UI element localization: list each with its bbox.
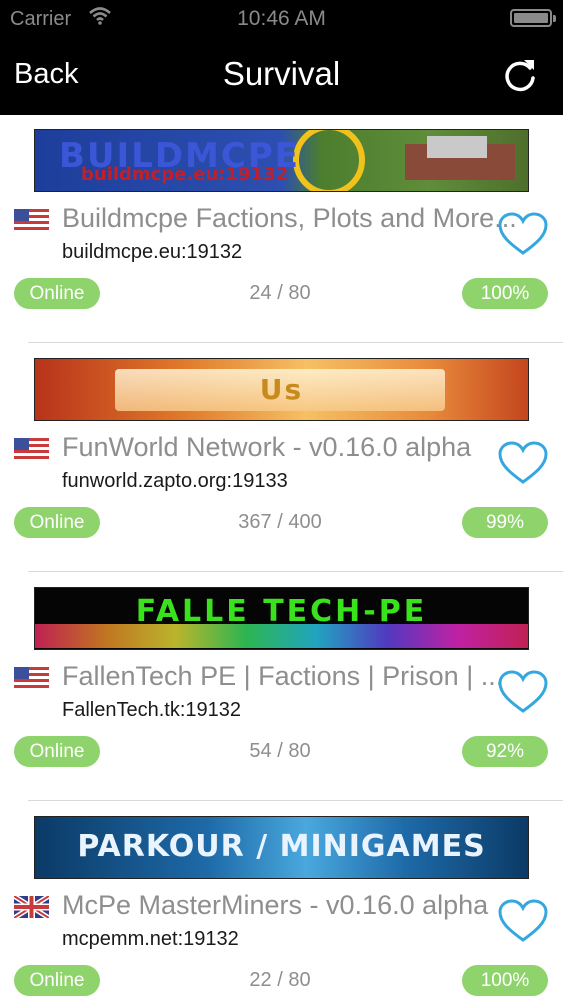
uk-flag-icon bbox=[14, 896, 49, 918]
server-address: buildmcpe.eu:19132 bbox=[62, 241, 243, 263]
banner-logo-text: PARKOUR / MINIGAMES bbox=[77, 829, 486, 864]
us-flag-icon bbox=[14, 667, 49, 689]
server-banner: Us bbox=[34, 358, 529, 421]
heart-icon[interactable] bbox=[497, 440, 549, 486]
heart-icon[interactable] bbox=[497, 211, 549, 257]
server-name: Buildmcpe Factions, Plots and More... bbox=[62, 203, 517, 233]
uptime-badge: 92% bbox=[462, 736, 548, 767]
battery-icon bbox=[510, 9, 556, 27]
player-count: 367 / 400 bbox=[238, 511, 322, 533]
clock: 10:46 AM bbox=[237, 7, 326, 30]
uptime-badge: 99% bbox=[462, 507, 548, 538]
server-row[interactable]: Us FunWorld Network - v0.16.0 alpha funw… bbox=[0, 344, 563, 573]
row-divider bbox=[28, 571, 563, 572]
navigation-bar: Back Survival bbox=[0, 40, 563, 115]
refresh-icon[interactable] bbox=[500, 54, 540, 96]
online-badge: Online bbox=[14, 965, 100, 996]
server-address: FallenTech.tk:19132 bbox=[62, 699, 242, 721]
player-count: 24 / 80 bbox=[249, 282, 311, 304]
banner-logo-text: FALLE TECH-PE bbox=[135, 594, 428, 629]
server-list: BUILDMCPE buildmcpe.eu:19132 Buildmcpe F… bbox=[0, 115, 563, 1000]
online-badge: Online bbox=[14, 278, 100, 309]
server-row[interactable]: FALLE TECH-PE FallenTech PE | Factions |… bbox=[0, 573, 563, 802]
server-name: McPe MasterMiners - v0.16.0 alpha bbox=[62, 890, 489, 920]
server-row[interactable]: PARKOUR / MINIGAMES McPe MasterMiners - … bbox=[0, 802, 563, 1000]
server-name: FallenTech PE | Factions | Prison | ... bbox=[62, 661, 504, 691]
server-banner: PARKOUR / MINIGAMES bbox=[34, 816, 529, 879]
us-flag-icon bbox=[14, 438, 49, 460]
row-divider bbox=[28, 800, 563, 801]
server-row[interactable]: BUILDMCPE buildmcpe.eu:19132 Buildmcpe F… bbox=[0, 115, 563, 344]
online-badge: Online bbox=[14, 736, 100, 767]
heart-icon[interactable] bbox=[497, 898, 549, 944]
uptime-badge: 100% bbox=[462, 965, 548, 996]
server-address: mcpemm.net:19132 bbox=[62, 928, 239, 950]
us-flag-icon bbox=[14, 209, 49, 231]
server-banner: FALLE TECH-PE bbox=[34, 587, 529, 650]
server-banner: BUILDMCPE buildmcpe.eu:19132 bbox=[34, 129, 529, 192]
player-count: 54 / 80 bbox=[249, 740, 311, 762]
banner-logo-text: Us bbox=[259, 373, 304, 406]
server-address: funworld.zapto.org:19133 bbox=[62, 470, 288, 492]
uptime-badge: 100% bbox=[462, 278, 548, 309]
banner-url-text: buildmcpe.eu:19132 bbox=[81, 164, 289, 185]
status-bar: Carrier 10:46 AM bbox=[0, 0, 563, 40]
server-name: FunWorld Network - v0.16.0 alpha bbox=[62, 432, 472, 462]
heart-icon[interactable] bbox=[497, 669, 549, 715]
online-badge: Online bbox=[14, 507, 100, 538]
page-title: Survival bbox=[222, 55, 341, 92]
row-divider bbox=[28, 342, 563, 343]
player-count: 22 / 80 bbox=[249, 969, 311, 991]
